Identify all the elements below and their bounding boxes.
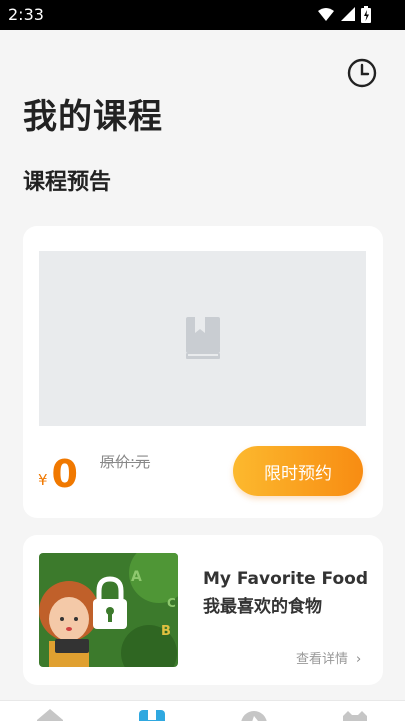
svg-text:B: B xyxy=(161,624,171,639)
chevron-right-icon: › xyxy=(356,652,362,667)
status-icons xyxy=(318,6,371,23)
nav-home[interactable] xyxy=(35,706,65,721)
nav-profile[interactable] xyxy=(340,706,370,721)
wifi-icon xyxy=(318,8,334,21)
status-time: 2:33 xyxy=(8,5,44,24)
course-detail-link[interactable]: 查看详情 › xyxy=(296,648,361,667)
original-price: 原价:元 xyxy=(100,453,151,471)
price-currency: ¥ xyxy=(38,471,48,489)
book-icon xyxy=(186,317,220,359)
history-button[interactable] xyxy=(346,57,378,89)
home-icon xyxy=(37,709,63,721)
svg-text:A: A xyxy=(131,569,142,585)
price: ¥0 xyxy=(38,452,78,496)
clock-icon xyxy=(347,58,377,88)
course-title: My Favorite Food 我最喜欢的食物 xyxy=(203,569,369,617)
status-bar: 2:33 xyxy=(0,0,405,30)
battery-icon xyxy=(361,6,371,23)
course-preview-card: ¥0 原价:元 限时预约 xyxy=(23,226,383,518)
course-preview-image xyxy=(39,251,366,426)
bottom-nav xyxy=(0,700,405,721)
course-icon xyxy=(139,710,165,721)
svg-text:C: C xyxy=(167,596,176,610)
signal-icon xyxy=(341,7,355,21)
page-title: 我的课程 xyxy=(23,97,163,137)
section-title: 课程预告 xyxy=(23,170,112,195)
nav-discover[interactable] xyxy=(239,706,269,721)
course-detail-label: 查看详情 xyxy=(296,652,349,667)
reserve-button[interactable]: 限时预约 xyxy=(233,446,363,496)
price-value: 0 xyxy=(51,452,78,496)
course-thumbnail: A C B X xyxy=(39,553,178,667)
nav-course[interactable] xyxy=(137,706,167,721)
course-card[interactable]: A C B X My Favorite Food 我最喜欢的食物 查看详情 › xyxy=(23,535,383,685)
